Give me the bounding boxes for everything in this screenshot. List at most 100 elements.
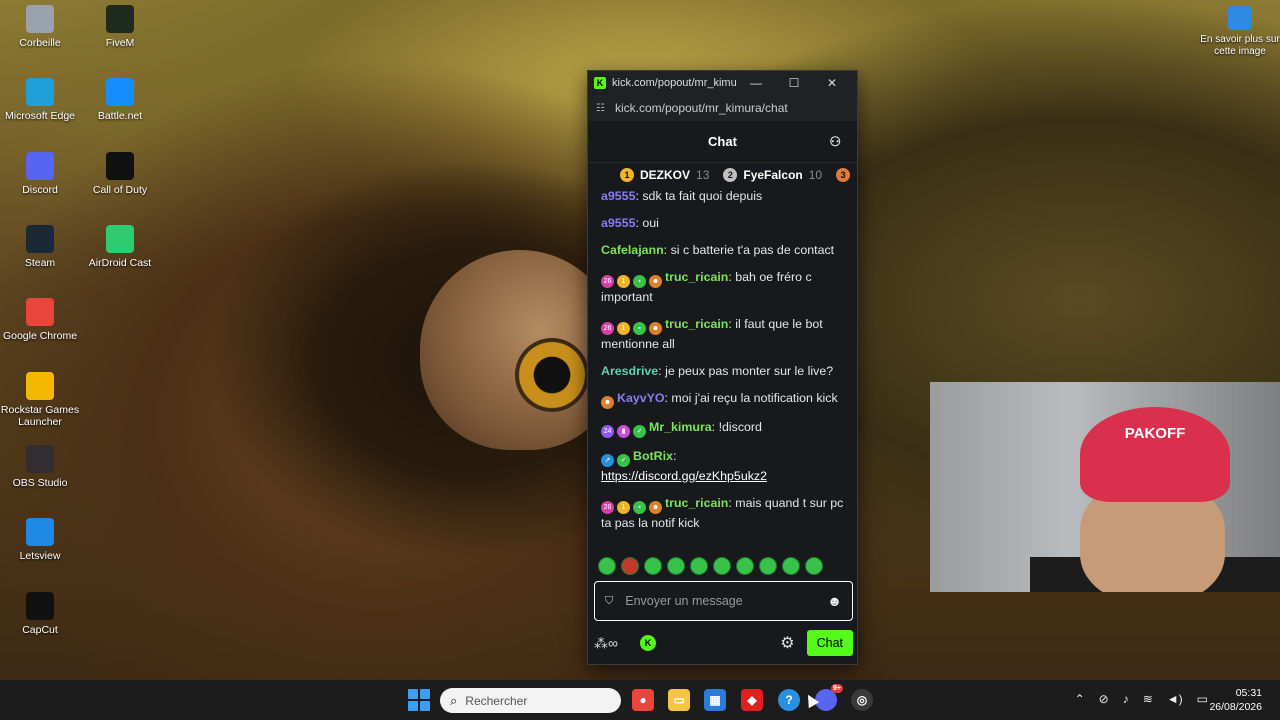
emote-row bbox=[598, 557, 823, 575]
user-badge-icon: ✓ bbox=[617, 454, 630, 467]
chat-username[interactable]: a9555 bbox=[601, 189, 635, 203]
user-badge-icon: ☻ bbox=[601, 396, 614, 409]
discord-icon bbox=[26, 152, 54, 180]
chat-message-text: si c batterie t'a pas de contact bbox=[667, 243, 835, 257]
chevron-up-icon[interactable]: ⌃ bbox=[1075, 692, 1085, 706]
taskbar-chrome-icon[interactable]: ● bbox=[632, 689, 654, 711]
chat-message: 26 1 ▪ ☻ truc_ricain: mais quand t sur pc ta… bbox=[601, 494, 844, 532]
emote-icon[interactable] bbox=[621, 557, 639, 575]
airdroid-icon bbox=[106, 225, 134, 253]
desktop-icon[interactable]: Google Chrome bbox=[0, 298, 80, 342]
windows-start-icon[interactable] bbox=[408, 689, 430, 711]
maximize-button[interactable]: ☐ bbox=[775, 76, 813, 90]
site-settings-icon[interactable]: ☷ bbox=[596, 103, 605, 114]
taskbar-app-red-icon[interactable]: ◆ bbox=[741, 689, 763, 711]
desktop-icon[interactable]: FiveM bbox=[80, 5, 160, 49]
leaderboard-name[interactable]: FyeFalcon bbox=[743, 168, 802, 182]
desktop-icon[interactable]: Discord bbox=[0, 152, 80, 196]
steam-icon bbox=[26, 225, 54, 253]
user-badge-icon: 1 bbox=[617, 501, 630, 514]
wifi-icon[interactable]: ≋ bbox=[1143, 692, 1153, 706]
emote-icon[interactable] bbox=[644, 557, 662, 575]
emote-icon[interactable] bbox=[690, 557, 708, 575]
users-list-icon[interactable]: ⚇ bbox=[829, 134, 841, 150]
user-badge-icon: ☻ bbox=[649, 322, 662, 335]
title-bar[interactable]: K kick.com/popout/mr_kimura... — ☐ ✕ bbox=[588, 71, 857, 95]
emote-icon[interactable] bbox=[782, 557, 800, 575]
call-of-duty-icon bbox=[106, 152, 134, 180]
chat-username[interactable]: a9555 bbox=[601, 216, 635, 230]
user-badge-icon: ▮ bbox=[617, 425, 630, 438]
battery-icon[interactable]: ▭ bbox=[1197, 692, 1208, 706]
chat-username[interactable]: Aresdrive bbox=[601, 364, 658, 378]
emote-icon[interactable] bbox=[598, 557, 616, 575]
desktop-icon[interactable]: Steam bbox=[0, 225, 80, 269]
username-separator: : bbox=[672, 449, 677, 463]
shield-icon: ⛉ bbox=[605, 594, 614, 607]
microphone-icon[interactable]: ♪ bbox=[1123, 692, 1129, 706]
chat-username[interactable]: truc_ricain bbox=[665, 496, 728, 510]
taskbar-store-icon[interactable]: ▦ bbox=[704, 689, 726, 711]
minimize-button[interactable]: — bbox=[737, 76, 775, 90]
desktop-icon-label: Rockstar Games Launcher bbox=[0, 404, 80, 428]
emoji-picker-icon[interactable]: ☻ bbox=[827, 593, 842, 609]
emote-icon[interactable] bbox=[667, 557, 685, 575]
wallpaper-owl-eye bbox=[515, 338, 589, 412]
taskbar-file-explorer-icon[interactable]: ▭ bbox=[668, 689, 690, 711]
chat-username[interactable]: Mr_kimura bbox=[649, 420, 712, 434]
taskbar-search[interactable]: ⌕ Rechercher bbox=[440, 688, 621, 713]
desktop-icon[interactable]: Battle.net bbox=[80, 78, 160, 122]
emote-icon[interactable] bbox=[805, 557, 823, 575]
desktop-icon[interactable]: Letsview bbox=[0, 518, 80, 562]
leaderboard-name[interactable]: DEZKOV bbox=[640, 168, 690, 182]
taskbar-obs-icon[interactable]: ◎ bbox=[851, 689, 873, 711]
desktop-icon[interactable]: Call of Duty bbox=[80, 152, 160, 196]
chat-message-text: sdk ta fait quoi depuis bbox=[638, 189, 763, 203]
desktop-icon[interactable]: AirDroid Cast bbox=[80, 225, 160, 269]
points-icon[interactable]: ⁂∞ bbox=[594, 635, 618, 652]
desktop-icon-label: AirDroid Cast bbox=[88, 257, 152, 269]
taskbar: ⌕ Rechercher ● ▭ ▦ ◆ ? 9+ ◎ ⌃ ⊘ ♪ ≋ ◄) ▭… bbox=[0, 680, 1280, 720]
close-button[interactable]: ✕ bbox=[813, 76, 851, 90]
info-widget-label: En savoir plus sur cette image bbox=[1200, 34, 1280, 57]
chat-message-link[interactable]: https://discord.gg/ezKhp5ukz2 bbox=[601, 469, 767, 483]
taskbar-help-icon[interactable]: ? bbox=[778, 689, 800, 711]
clock-date: 26/08/2026 bbox=[1209, 701, 1262, 713]
emote-icon[interactable] bbox=[736, 557, 754, 575]
gear-icon[interactable]: ⚙ bbox=[780, 633, 794, 653]
chat-message: 26 1 ▪ ☻ truc_ricain: bah oe fréro c importa… bbox=[601, 268, 844, 306]
chat-username[interactable]: truc_ricain bbox=[665, 270, 728, 284]
user-badge-icon: ☻ bbox=[649, 275, 662, 288]
network-off-icon[interactable]: ⊘ bbox=[1099, 692, 1109, 706]
desktop-icon-label: Steam bbox=[24, 257, 56, 269]
clock-time: 05:31 bbox=[1235, 687, 1262, 699]
wallpaper-info-widget[interactable]: En savoir plus sur cette image bbox=[1200, 6, 1280, 58]
message-input[interactable]: ⛉ Envoyer un message ☻ bbox=[594, 581, 853, 621]
fivem-icon bbox=[106, 5, 134, 33]
chat-message: ➚ ✓ BotRix: https://discord.gg/ezKhp5ukz2 bbox=[601, 447, 844, 485]
leaderboard-count: 10 bbox=[808, 168, 823, 182]
emote-icon[interactable] bbox=[713, 557, 731, 575]
desktop-icon[interactable]: Corbeille bbox=[0, 5, 80, 49]
browser-window: K kick.com/popout/mr_kimura... — ☐ ✕ ☷ k… bbox=[587, 70, 858, 665]
chat-message-text: oui bbox=[638, 216, 659, 230]
chat-username[interactable]: BotRix bbox=[633, 449, 673, 463]
send-chat-button[interactable]: Chat bbox=[806, 630, 853, 656]
chat-username[interactable]: Cafelajann bbox=[601, 243, 664, 257]
chat-message-text: !discord bbox=[715, 420, 762, 434]
search-icon: ⌕ bbox=[450, 692, 458, 708]
clock[interactable]: 05:31 26/08/2026 bbox=[1209, 686, 1262, 714]
chat-username[interactable]: truc_ricain bbox=[665, 317, 728, 331]
address-bar[interactable]: ☷ kick.com/popout/mr_kimura/chat bbox=[588, 95, 857, 121]
kick-coin-icon[interactable]: K bbox=[639, 635, 656, 651]
desktop-icon[interactable]: CapCut bbox=[0, 592, 80, 636]
desktop-icon[interactable]: OBS Studio bbox=[0, 445, 80, 489]
chat-message-text: moi j'ai reçu la notification kick bbox=[667, 391, 838, 405]
volume-icon[interactable]: ◄) bbox=[1167, 692, 1183, 706]
desktop-icon[interactable]: Microsoft Edge bbox=[0, 78, 80, 122]
chat-message: 26 1 ▪ ☻ truc_ricain: il faut que le bot men… bbox=[601, 315, 844, 353]
chat-username[interactable]: KayvYO bbox=[617, 391, 665, 405]
emote-icon[interactable] bbox=[759, 557, 777, 575]
url-text: kick.com/popout/mr_kimura/chat bbox=[614, 101, 788, 115]
desktop-icon[interactable]: Rockstar Games Launcher bbox=[0, 372, 80, 428]
